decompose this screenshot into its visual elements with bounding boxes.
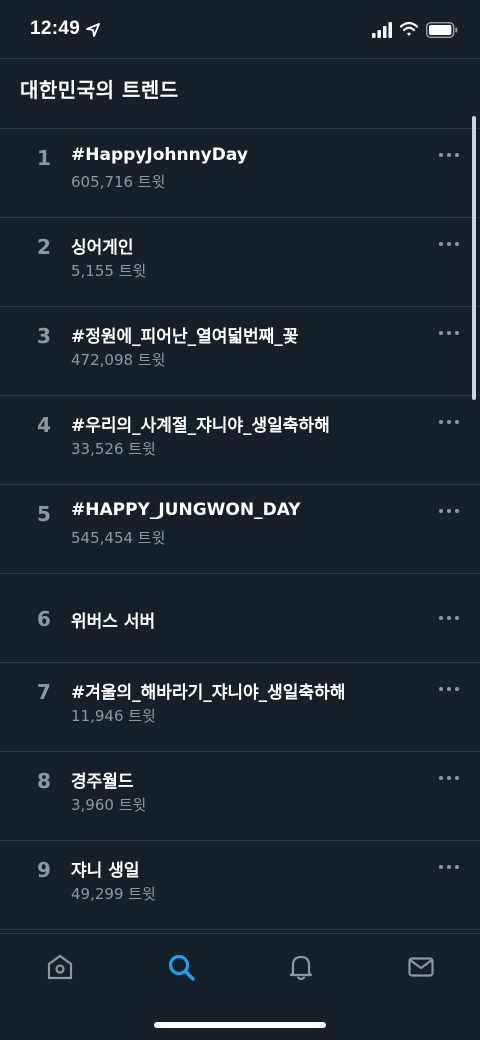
trend-rank: 1 [37, 146, 51, 170]
trend-item[interactable]: 6 위버스 서버 [0, 574, 480, 663]
trend-tweet-count: 545,454 트윗 [71, 529, 166, 547]
trend-rank: 3 [37, 324, 51, 348]
trend-name: #HAPPY_JUNGWON_DAY [71, 500, 301, 520]
trend-tweet-count: 605,716 트윗 [71, 173, 166, 191]
trend-rank: 4 [37, 413, 51, 437]
trend-item[interactable]: 1 #HappyJohnnyDay 605,716 트윗 [0, 129, 480, 218]
scrollbar[interactable] [472, 116, 476, 400]
trend-rank: 8 [37, 769, 51, 793]
more-options-icon[interactable] [438, 505, 460, 517]
cellular-signal-icon [372, 22, 392, 38]
trend-name: #겨울의_해바라기_쟈니야_생일축하해 [71, 683, 346, 703]
trend-item[interactable]: 3 #정원에_피어난_열여덟번째_꽃 472,098 트윗 [0, 307, 480, 396]
more-options-icon[interactable] [438, 238, 460, 250]
page-title: 대한민국의 트렌드 [20, 78, 179, 102]
notifications-icon[interactable] [286, 952, 316, 982]
status-bar: 12:49 [0, 0, 480, 58]
more-options-icon[interactable] [438, 612, 460, 624]
wifi-icon [400, 21, 418, 36]
more-options-icon[interactable] [438, 327, 460, 339]
more-options-icon[interactable] [438, 683, 460, 695]
trend-rank: 9 [37, 858, 51, 882]
messages-icon[interactable] [406, 952, 436, 982]
search-icon[interactable] [166, 952, 196, 982]
page-header: 대한민국의 트렌드 [0, 58, 480, 115]
more-options-icon[interactable] [438, 861, 460, 873]
trend-rank: 7 [37, 680, 51, 704]
trend-name: 경주월드 [71, 772, 134, 792]
trend-tweet-count: 49,299 트윗 [71, 885, 156, 903]
more-options-icon[interactable] [438, 149, 460, 161]
more-options-icon[interactable] [438, 772, 460, 784]
trend-tweet-count: 5,155 트윗 [71, 262, 147, 280]
trend-tweet-count: 11,946 트윗 [71, 707, 156, 725]
trend-item[interactable]: 9 쟈니 생일 49,299 트윗 [0, 841, 480, 930]
trend-rank: 5 [37, 502, 51, 526]
status-time: 12:49 [30, 18, 81, 39]
home-indicator[interactable] [154, 1022, 326, 1028]
trend-rank: 6 [37, 607, 51, 631]
trend-tweet-count: 472,098 트윗 [71, 351, 166, 369]
home-icon[interactable] [45, 952, 75, 982]
trend-name: 쟈니 생일 [71, 861, 140, 881]
trend-name: #HappyJohnnyDay [71, 145, 248, 165]
trend-name: 싱어게인 [71, 238, 134, 258]
location-arrow-icon [86, 23, 100, 37]
trend-item[interactable]: 4 #우리의_사계절_쟈니야_생일축하해 33,526 트윗 [0, 396, 480, 485]
trend-rank: 2 [37, 235, 51, 259]
trend-tweet-count: 33,526 트윗 [71, 440, 156, 458]
trend-item[interactable]: 8 경주월드 3,960 트윗 [0, 752, 480, 841]
trend-item[interactable]: 5 #HAPPY_JUNGWON_DAY 545,454 트윗 [0, 485, 480, 574]
trend-name: #우리의_사계절_쟈니야_생일축하해 [71, 416, 330, 436]
trend-name: 위버스 서버 [71, 612, 156, 632]
more-options-icon[interactable] [438, 416, 460, 428]
trend-item[interactable]: 2 싱어게인 5,155 트윗 [0, 218, 480, 307]
trend-tweet-count: 3,960 트윗 [71, 796, 147, 814]
trend-item[interactable]: 7 #겨울의_해바라기_쟈니야_생일축하해 11,946 트윗 [0, 663, 480, 752]
battery-icon [426, 22, 458, 38]
trend-name: #정원에_피어난_열여덟번째_꽃 [71, 327, 299, 347]
